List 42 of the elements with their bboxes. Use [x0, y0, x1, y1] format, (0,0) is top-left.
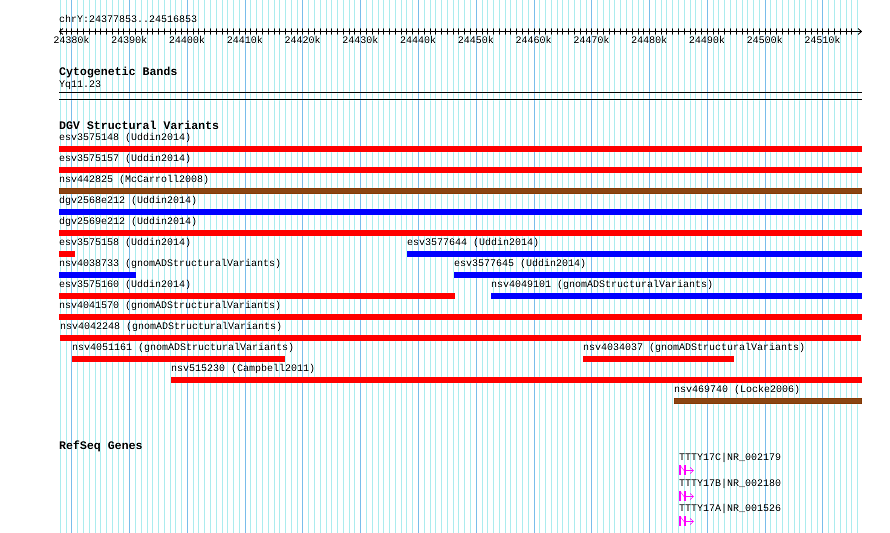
variant-label: nsv442825 (McCarroll2008)	[59, 175, 210, 187]
tick-label: 24380k	[53, 36, 90, 48]
gene-label: TTTY17C|NR_002179	[679, 453, 782, 465]
variant-label: dgv2568e212 (Uddin2014)	[59, 196, 198, 208]
tick-label: 24400k	[168, 36, 205, 48]
variant-label: nsv4038733 (gnomADStructuralVariants)	[59, 259, 282, 271]
tick-label: 24500k	[746, 36, 783, 48]
gene-arrow-icon	[679, 516, 695, 526]
gene-arrow-icon	[679, 490, 695, 500]
variant-label: nsv4049101 (gnomADStructuralVariants)	[491, 280, 714, 292]
gene-label: TTTY17A|NR_001526	[679, 504, 782, 516]
gene-arrow-icon	[679, 465, 695, 475]
gene-label: TTTY17B|NR_002180	[679, 478, 782, 490]
tick-label: 24460k	[516, 36, 552, 48]
tick-label: 24410k	[226, 36, 263, 48]
track-title: RefSeq Genes	[59, 441, 142, 453]
variant-label: nsv4041570 (gnomADStructuralVariants)	[59, 301, 282, 313]
tick-label: 24440k	[400, 36, 436, 48]
variant-label: esv3575148 (Uddin2014)	[59, 133, 192, 145]
variant-label: nsv4051161 (gnomADStructuralVariants)	[72, 343, 294, 355]
tick-label: 24510k	[804, 36, 840, 48]
tick-label: 24450k	[458, 36, 494, 48]
tick-label: 24430k	[342, 36, 378, 48]
tick-label: 24490k	[688, 36, 725, 48]
track-title: Cytogenetic Bands	[59, 67, 178, 79]
variant-label: esv3577645 (Uddin2014)	[454, 259, 586, 271]
variant-label: dgv2569e212 (Uddin2014)	[59, 217, 198, 229]
tick-label: 24480k	[631, 36, 668, 48]
variant-label: esv3575158 (Uddin2014)	[59, 238, 192, 250]
tick-label: 24420k	[284, 36, 320, 48]
track-title: DGV Structural Variants	[59, 121, 220, 133]
tick-label: 24470k	[573, 36, 610, 48]
variant-label: nsv4034037 (gnomADStructuralVariants)	[583, 343, 806, 355]
region-label: chrY:24377853..24516853	[59, 15, 198, 27]
variant-label: nsv4042248 (gnomADStructuralVariants)	[60, 322, 282, 334]
variant-label: nsv469740 (Locke2006)	[674, 385, 800, 397]
variant-label: esv3575160 (Uddin2014)	[59, 280, 192, 292]
variant-label: esv3575157 (Uddin2014)	[59, 154, 192, 166]
tick-label: 24390k	[111, 36, 148, 48]
band-label: Yq11.23	[59, 80, 102, 92]
variant-label: nsv515230 (Campbell2011)	[171, 364, 316, 376]
variant-label: esv3577644 (Uddin2014)	[407, 238, 540, 250]
